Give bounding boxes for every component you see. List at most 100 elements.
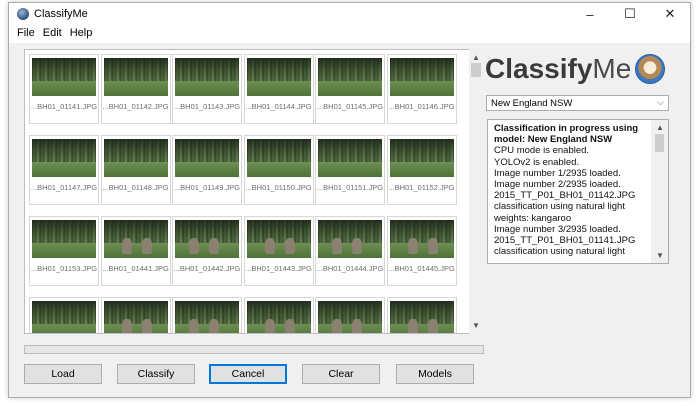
thumbnail-image <box>175 301 239 333</box>
menu-edit[interactable]: Edit <box>39 25 66 43</box>
image-thumbnail[interactable]: ...BH01_01145.JPG <box>315 54 385 124</box>
thumbnail-filename: ...BH01_01442.JPG <box>173 264 241 273</box>
logo-text-light: Me <box>592 53 632 84</box>
thumbnail-filename: ...BH01_01148.JPG <box>102 183 169 192</box>
cancel-button[interactable]: Cancel <box>209 364 287 384</box>
log-scroll-down-icon[interactable]: ▼ <box>656 251 664 260</box>
log-line: classification using natural light <box>494 246 625 258</box>
image-thumbnail[interactable]: ...BH01_01143.JPG <box>172 54 242 124</box>
log-line: CPU mode is enabled. <box>494 145 590 157</box>
thumbnail-image <box>318 301 382 333</box>
scroll-thumb[interactable] <box>471 63 481 77</box>
window-title: ClassifyMe <box>34 8 88 20</box>
image-thumbnail[interactable]: ...BH01_01144.JPG <box>243 54 314 124</box>
gallery-scrollbar[interactable]: ▲ ▼ <box>469 49 483 334</box>
image-thumbnail[interactable]: ...BH01_01153.JPG <box>29 216 99 286</box>
image-thumbnail[interactable]: ...BH01_01444.JPG <box>315 216 385 286</box>
log-line: model: New England NSW <box>494 134 613 146</box>
scroll-down-icon[interactable]: ▼ <box>472 321 480 330</box>
thumbnail-image <box>389 58 454 96</box>
app-icon <box>17 8 29 20</box>
thumbnail-filename: ...BH01_01151.JPG <box>316 183 384 192</box>
image-thumbnail[interactable] <box>172 297 242 333</box>
load-button[interactable]: Load <box>24 364 102 384</box>
image-thumbnail[interactable] <box>100 297 171 333</box>
classify-button[interactable]: Classify <box>117 364 195 384</box>
thumbnail-filename: ...BH01_01152.JPG <box>388 183 455 192</box>
thumbnail-filename: ...BH01_01144.JPG <box>245 102 312 111</box>
image-thumbnail[interactable]: ...BH01_01148.JPG <box>100 135 171 205</box>
thumbnail-image <box>32 139 96 177</box>
thumbnail-image <box>246 220 311 258</box>
classification-log: Classification in progress using model: N… <box>487 119 669 264</box>
thumbnail-image <box>175 220 239 258</box>
log-line: 2015_TT_P01_BH01_01141.JPG <box>494 235 636 247</box>
thumbnail-filename: ...BH01_01149.JPG <box>173 183 241 192</box>
image-gallery[interactable]: ...BH01_01141.JPG ...BH01_01142.JPG ...BH0… <box>24 49 481 334</box>
image-thumbnail[interactable]: ...BH01_01442.JPG <box>172 216 242 286</box>
thumbnail-image <box>103 139 168 177</box>
thumbnail-filename: ...BH01_01143.JPG <box>173 102 241 111</box>
thumbnail-image <box>32 301 96 333</box>
thumbnail-image <box>389 301 454 333</box>
image-thumbnail[interactable]: ...BH01_01441.JPG <box>100 216 171 286</box>
image-thumbnail[interactable]: ...BH01_01149.JPG <box>172 135 242 205</box>
image-thumbnail[interactable] <box>315 297 385 333</box>
thumbnail-image <box>175 139 239 177</box>
thumbnail-image <box>389 139 454 177</box>
log-scroll-thumb[interactable] <box>655 134 664 152</box>
thumbnail-image <box>103 58 168 96</box>
log-line: YOLOv2 is enabled. <box>494 156 580 168</box>
log-line: 2015_TT_P01_BH01_01142.JPG <box>494 190 636 202</box>
image-thumbnail[interactable]: ...BH01_01152.JPG <box>386 135 457 205</box>
maximize-button[interactable]: ☐ <box>610 3 650 25</box>
thumbnail-image <box>103 220 168 258</box>
image-thumbnail[interactable]: ...BH01_01445.JPG <box>386 216 457 286</box>
app-logo: Classify Me <box>485 53 666 85</box>
thumbnail-image <box>175 58 239 96</box>
thumbnail-filename: ...BH01_01145.JPG <box>316 102 384 111</box>
menu-bar: File Edit Help <box>9 25 690 43</box>
image-thumbnail[interactable] <box>386 297 457 333</box>
thumbnail-image <box>318 139 382 177</box>
chevron-down-icon[interactable]: ⌵ <box>657 97 664 108</box>
image-thumbnail[interactable]: ...BH01_01151.JPG <box>315 135 385 205</box>
models-button[interactable]: Models <box>396 364 474 384</box>
thumbnail-filename: ...BH01_01153.JPG <box>30 264 98 273</box>
thumbnail-image <box>318 220 382 258</box>
thumbnail-image <box>32 58 96 96</box>
thumbnail-image <box>246 139 311 177</box>
image-thumbnail[interactable] <box>243 297 314 333</box>
log-scroll-up-icon[interactable]: ▲ <box>656 123 664 132</box>
thumbnail-filename: ...BH01_01443.JPG <box>245 264 312 273</box>
progress-bar <box>24 345 484 354</box>
thumbnail-filename: ...BH01_01444.JPG <box>316 264 384 273</box>
log-scrollbar[interactable]: ▲ ▼ <box>651 120 668 263</box>
title-bar: ClassifyMe – ☐ ✕ <box>9 3 690 25</box>
scroll-up-icon[interactable]: ▲ <box>472 53 480 62</box>
thumbnail-image <box>318 58 382 96</box>
menu-help[interactable]: Help <box>66 25 97 43</box>
thumbnail-image <box>389 220 454 258</box>
image-thumbnail[interactable]: ...BH01_01147.JPG <box>29 135 99 205</box>
clear-button[interactable]: Clear <box>302 364 380 384</box>
app-window: ClassifyMe – ☐ ✕ File Edit Help ...BH01_… <box>8 2 691 398</box>
log-line: weights: kangaroo <box>494 212 572 224</box>
minimize-button[interactable]: – <box>570 3 610 25</box>
thumbnail-image <box>32 220 96 258</box>
thumbnail-image <box>246 301 311 333</box>
log-line: Image number 2/2935 loaded. <box>494 179 621 191</box>
image-thumbnail[interactable]: ...BH01_01141.JPG <box>29 54 99 124</box>
image-thumbnail[interactable] <box>29 297 99 333</box>
image-thumbnail[interactable]: ...BH01_01142.JPG <box>100 54 171 124</box>
image-thumbnail[interactable]: ...BH01_01150.JPG <box>243 135 314 205</box>
model-dropdown[interactable]: New England NSW ⌵ <box>486 95 669 111</box>
thumbnail-filename: ...BH01_01142.JPG <box>102 102 169 111</box>
image-thumbnail[interactable]: ...BH01_01146.JPG <box>386 54 457 124</box>
image-thumbnail[interactable]: ...BH01_01443.JPG <box>243 216 314 286</box>
model-dropdown-value: New England NSW <box>491 98 573 109</box>
close-button[interactable]: ✕ <box>650 3 690 25</box>
menu-file[interactable]: File <box>13 25 39 43</box>
log-line: Classification in progress using <box>494 123 639 134</box>
thumbnail-filename: ...BH01_01441.JPG <box>102 264 169 273</box>
